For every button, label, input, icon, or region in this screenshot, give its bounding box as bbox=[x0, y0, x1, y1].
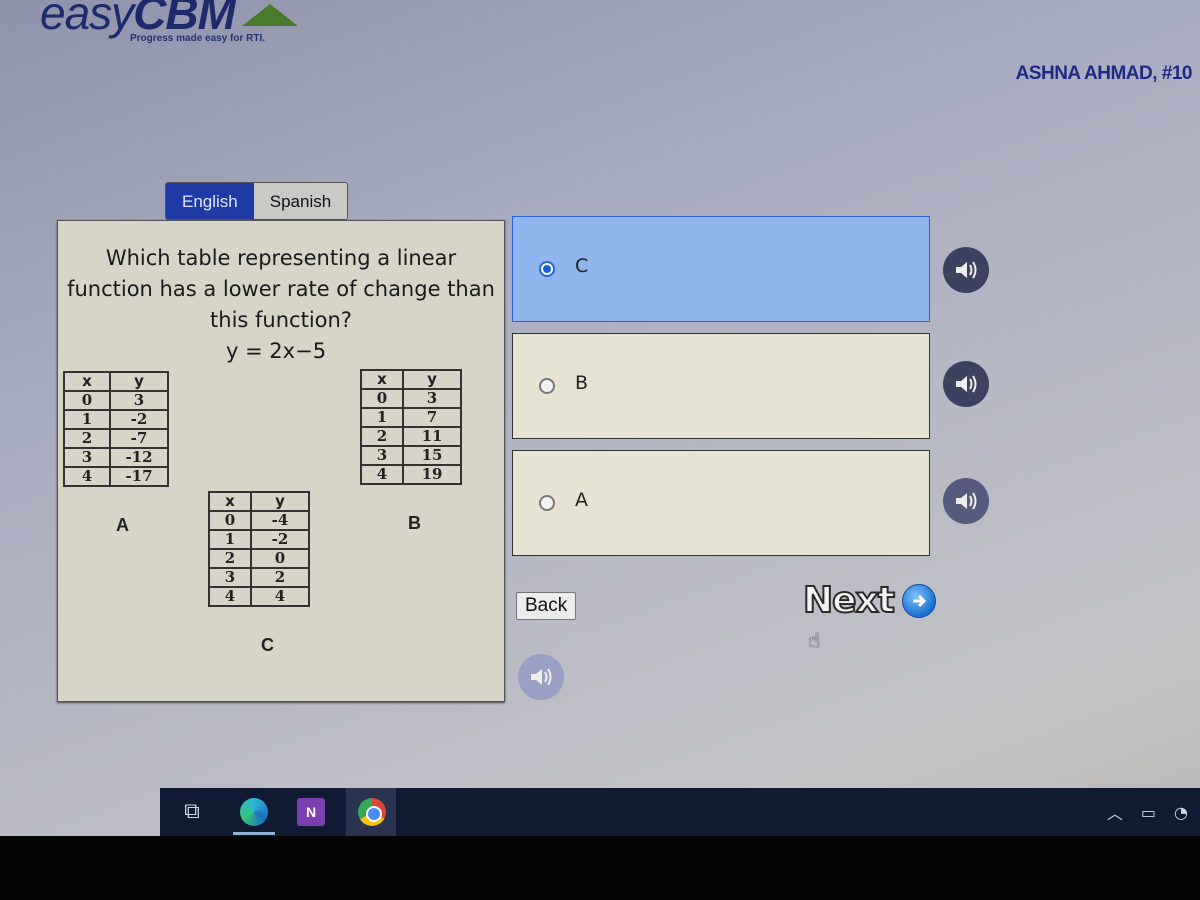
speaker-icon bbox=[956, 492, 977, 510]
speaker-button-option-b[interactable] bbox=[943, 361, 989, 407]
speaker-icon bbox=[531, 668, 552, 686]
next-button[interactable]: Next bbox=[802, 579, 936, 622]
cell: 0 bbox=[208, 510, 252, 531]
cell: 3 bbox=[402, 388, 462, 409]
speaker-button-option-c[interactable] bbox=[943, 247, 989, 293]
option-label: C bbox=[575, 255, 589, 277]
back-button[interactable]: Back bbox=[516, 592, 577, 620]
cell: 1 bbox=[208, 529, 252, 550]
answer-option-a[interactable]: A bbox=[512, 450, 930, 556]
arrow-right-circle-icon bbox=[901, 583, 936, 618]
language-tabs: English Spanish bbox=[165, 182, 349, 220]
radio-button[interactable] bbox=[539, 378, 555, 394]
mountain-logo-icon bbox=[242, 4, 298, 26]
cell: 4 bbox=[360, 464, 404, 485]
cell: -2 bbox=[250, 529, 310, 550]
system-tray: ︿ ▭ ◔ bbox=[1107, 800, 1188, 824]
cell: 2 bbox=[208, 548, 252, 569]
screen-bezel bbox=[0, 836, 1200, 900]
equation: y = 2x−5 bbox=[225, 339, 327, 363]
table-a: xy 03 1 -2 2 -7 3 -12 4 -17 bbox=[63, 371, 169, 487]
edge-icon[interactable] bbox=[240, 798, 268, 826]
cell: 3 bbox=[360, 445, 404, 466]
speaker-button-question[interactable] bbox=[518, 654, 564, 700]
speaker-icon bbox=[956, 261, 977, 279]
answer-option-c[interactable]: C bbox=[512, 216, 930, 322]
cell: 2 bbox=[63, 428, 111, 449]
onenote-icon[interactable]: N bbox=[297, 798, 325, 826]
table-c: xy 0 -4 1 -2 20 32 44 bbox=[208, 491, 310, 607]
cell: 19 bbox=[402, 464, 462, 485]
cell: 3 bbox=[63, 447, 111, 468]
cell: 4 bbox=[250, 586, 310, 607]
task-view-icon[interactable]: ⧉ bbox=[178, 798, 206, 826]
radio-button[interactable] bbox=[539, 495, 555, 511]
cell: 1 bbox=[63, 409, 111, 430]
cell: -12 bbox=[109, 447, 169, 468]
question-text: Which table representing a linear functi… bbox=[67, 246, 495, 332]
radio-button[interactable] bbox=[539, 261, 555, 277]
cell: 0 bbox=[360, 388, 404, 409]
cell: 11 bbox=[402, 426, 462, 447]
cell: 4 bbox=[208, 586, 252, 607]
chevron-up-icon[interactable]: ︿ bbox=[1107, 800, 1123, 824]
cell: -4 bbox=[250, 510, 310, 531]
cell: 15 bbox=[402, 445, 462, 466]
cell: 3 bbox=[109, 390, 169, 411]
speaker-button-option-a[interactable] bbox=[943, 478, 989, 524]
student-name: ASHNA AHMAD, #10 bbox=[1015, 63, 1193, 84]
cell: 1 bbox=[360, 407, 404, 428]
active-app-indicator bbox=[233, 832, 275, 835]
table-c-label: C bbox=[261, 635, 274, 655]
cell: 0 bbox=[250, 548, 310, 569]
hand-pointer-icon: ☝ bbox=[808, 628, 821, 652]
next-label: Next bbox=[802, 579, 896, 622]
chrome-icon[interactable] bbox=[358, 798, 386, 826]
speaker-icon bbox=[956, 375, 977, 393]
table-header: y bbox=[402, 369, 462, 390]
option-label: A bbox=[575, 489, 588, 511]
table-a-label: A bbox=[116, 515, 129, 535]
table-header: x bbox=[208, 491, 252, 512]
cell: 4 bbox=[63, 466, 111, 487]
wifi-icon[interactable]: ◔ bbox=[1174, 803, 1188, 822]
table-b-label: B bbox=[408, 513, 421, 533]
cell: -7 bbox=[109, 428, 169, 449]
cell: 2 bbox=[250, 567, 310, 588]
cell: 0 bbox=[63, 390, 111, 411]
table-b: xy 03 17 2 11 3 15 4 19 bbox=[360, 369, 462, 485]
answer-option-b[interactable]: B bbox=[512, 333, 930, 439]
table-header: y bbox=[109, 371, 169, 392]
option-label: B bbox=[575, 372, 589, 394]
taskbar: ⧉ N ︿ ▭ ◔ bbox=[160, 788, 1200, 836]
cell: 3 bbox=[208, 567, 252, 588]
tagline: Progress made easy for RTI. bbox=[130, 33, 266, 44]
table-header: y bbox=[250, 491, 310, 512]
table-header: x bbox=[360, 369, 404, 390]
cell: 7 bbox=[402, 407, 462, 428]
cell: -17 bbox=[109, 466, 169, 487]
question-panel: Which table representing a linear functi… bbox=[57, 220, 505, 702]
tab-spanish[interactable]: Spanish bbox=[253, 183, 348, 219]
tab-english[interactable]: English bbox=[166, 183, 254, 219]
cell: -2 bbox=[109, 409, 169, 430]
table-header: x bbox=[63, 371, 111, 392]
battery-icon[interactable]: ▭ bbox=[1141, 803, 1156, 822]
cell: 2 bbox=[360, 426, 404, 447]
